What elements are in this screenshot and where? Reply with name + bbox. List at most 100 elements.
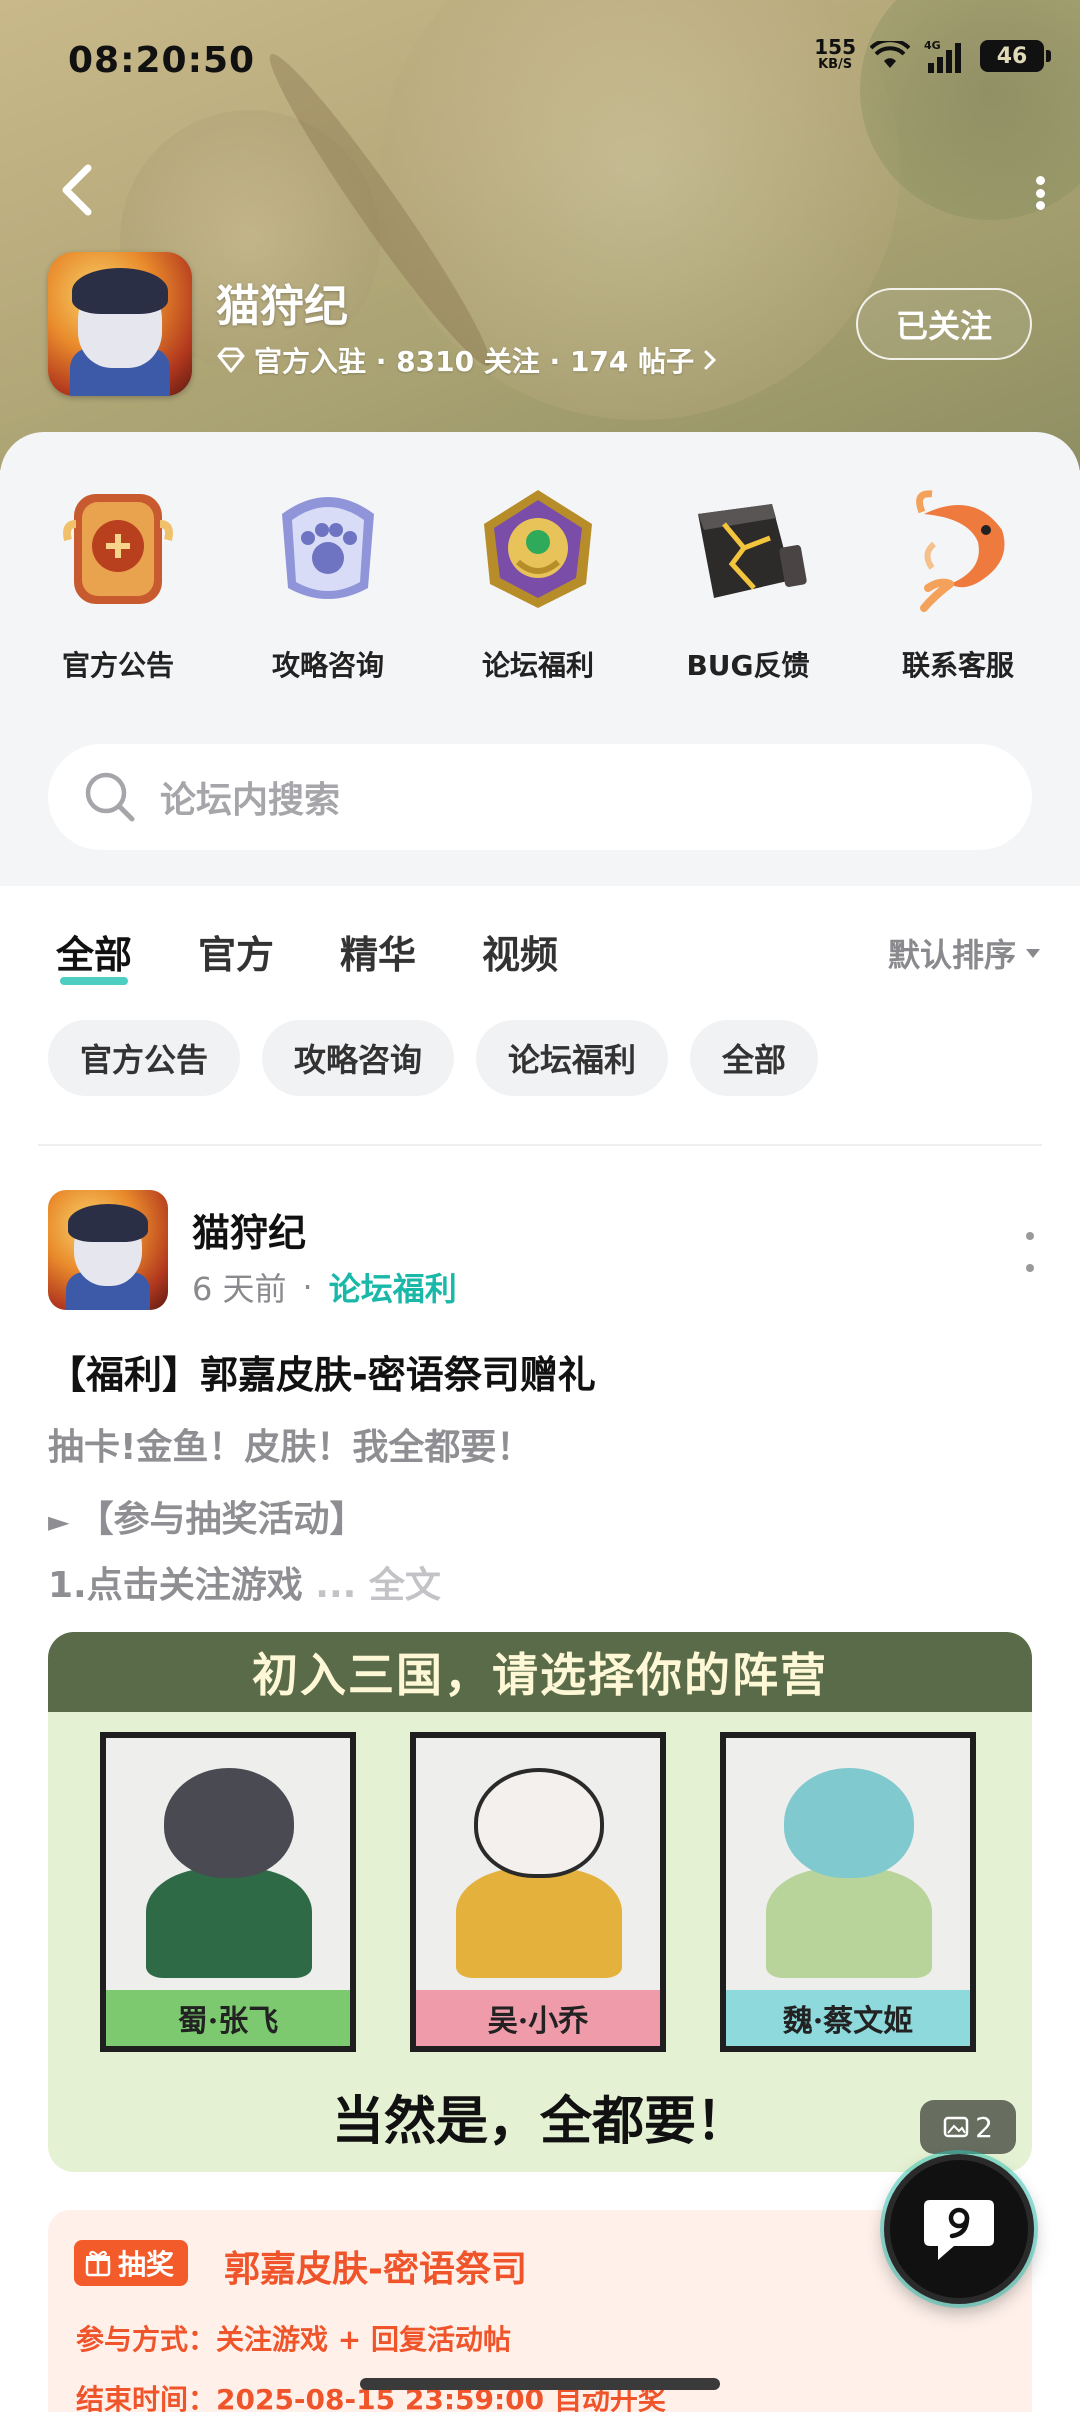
chevron-right-icon	[704, 350, 717, 370]
forum-search-input[interactable]: 论坛内搜索	[48, 744, 1032, 850]
more-dot	[1035, 176, 1045, 185]
faction-card-art	[726, 1738, 970, 1990]
status-time: 08:20:50	[68, 40, 256, 81]
post-excerpt-text: 1.点击关注游戏	[48, 1565, 303, 1606]
network-speed-unit: KB/S	[818, 57, 853, 72]
quick-link-benefits[interactable]: 论坛福利	[448, 484, 628, 684]
caret-down-icon	[1026, 948, 1040, 958]
status-bar: 08:20:50 155 KB/S 4G 46	[0, 34, 1080, 94]
lottery-join-method: 参与方式：关注游戏 + 回复活动帖	[76, 2323, 511, 2356]
network-speed: 155 KB/S	[814, 37, 856, 74]
more-dot	[1026, 1264, 1034, 1272]
tab-all[interactable]: 全部	[56, 924, 132, 985]
lottery-title: 郭嘉皮肤-密语祭司	[224, 2249, 527, 2290]
avatar-hair	[68, 1204, 148, 1242]
post-author[interactable]: 猫狩纪	[192, 1202, 306, 1257]
game-meta[interactable]: 官方入驻 · 8310 关注 · 174 帖子	[216, 340, 718, 380]
character-body	[146, 1868, 312, 1978]
home-indicator[interactable]	[360, 2378, 720, 2390]
post-excerpt-text: 【参与抽奖活动】	[77, 1499, 366, 1540]
character-head	[784, 1768, 914, 1878]
faction-card-art	[106, 1738, 350, 1990]
faction-card: 蜀·张飞	[100, 1732, 356, 2052]
character-head	[164, 1768, 294, 1878]
read-full-link[interactable]: ... 全文	[303, 1565, 441, 1606]
post-image-headline: 初入三国，请选择你的阵营	[48, 1632, 1032, 1712]
quick-link-customer-service[interactable]: 联系客服	[868, 484, 1048, 684]
lottery-badge-label: 抽奖	[118, 2248, 175, 2281]
avatar[interactable]	[48, 1190, 168, 1310]
quick-links: 官方公告 攻略咨询 论坛福利 BUG反馈 联系客服	[0, 484, 1080, 704]
more-dot	[1035, 201, 1045, 210]
battery-icon: 46	[980, 40, 1051, 72]
category-chips: 官方公告 攻略咨询 论坛福利 全部	[48, 1020, 819, 1096]
chip-guides[interactable]: 攻略咨询	[262, 1020, 455, 1096]
wifi-icon	[870, 41, 910, 71]
post-excerpt-line: 抽卡!金鱼！皮肤！我全都要！	[48, 1427, 533, 1468]
post-image[interactable]: 初入三国，请选择你的阵营 蜀·张飞 吴·小乔 魏·蔡文姬 当然是，全都要！ 2	[48, 1632, 1032, 2172]
meta-separator: ·	[302, 1268, 313, 1306]
battery-level: 46	[996, 43, 1028, 69]
diamond-icon	[217, 347, 245, 373]
lottery-badge: 抽奖	[74, 2240, 189, 2286]
header-banner: 08:20:50 155 KB/S 4G 46 猫狩纪 官方入驻 · 8310 …	[0, 0, 1080, 470]
follow-button[interactable]: 已关注	[856, 288, 1032, 360]
chip-all[interactable]: 全部	[690, 1020, 819, 1096]
faction-card: 魏·蔡文姬	[720, 1732, 976, 2052]
feed-tabs: 全部 官方 精华 视频	[56, 924, 558, 985]
more-dot	[1035, 188, 1045, 198]
quick-link-announcements[interactable]: 官方公告	[28, 484, 208, 684]
image-count: 2	[975, 2110, 993, 2144]
paw-badge-icon	[264, 484, 392, 612]
koi-fish-icon	[894, 484, 1022, 612]
chat-bubble-icon	[924, 2200, 994, 2260]
chevron-left-icon	[62, 164, 92, 216]
game-icon[interactable]	[48, 252, 192, 396]
search-placeholder: 论坛内搜索	[160, 780, 341, 821]
post-time: 6 天前	[192, 1270, 287, 1308]
arrow-right-icon: ►	[48, 1505, 70, 1538]
post-image-footer: 当然是，全都要！	[331, 2092, 748, 2152]
post-title[interactable]: 【福利】郭嘉皮肤-密语祭司赠礼	[48, 1344, 596, 1399]
quick-link-label: 官方公告	[61, 649, 174, 682]
game-meta-text: 官方入驻 · 8310 关注 · 174 帖子	[254, 345, 695, 378]
quick-link-label: 联系客服	[901, 649, 1014, 682]
image-count-badge: 2	[920, 2100, 1016, 2154]
back-button[interactable]	[52, 160, 102, 220]
more-options-button[interactable]	[1020, 170, 1060, 216]
bulletin-badge-icon	[54, 484, 182, 612]
quick-link-bug-report[interactable]: BUG反馈	[658, 484, 838, 684]
cracked-stone-icon	[684, 484, 812, 612]
sort-dropdown[interactable]: 默认排序	[888, 930, 1040, 976]
gift-icon	[85, 2250, 111, 2277]
post-category-link[interactable]: 论坛福利	[329, 1264, 457, 1310]
status-icons: 155 KB/S 4G 46	[814, 37, 1051, 74]
quick-link-label: 攻略咨询	[271, 649, 384, 682]
tab-video[interactable]: 视频	[482, 924, 558, 979]
quick-link-label: BUG反馈	[686, 649, 810, 682]
gem-medallion-icon	[474, 484, 602, 612]
post-excerpt-line: ► 【参与抽奖活动】	[48, 1490, 366, 1542]
sort-label: 默认排序	[887, 936, 1016, 974]
post-meta: 6 天前 · 论坛福利	[192, 1264, 457, 1310]
quick-link-label: 论坛福利	[481, 649, 594, 682]
search-icon	[85, 772, 135, 822]
faction-card: 吴·小乔	[410, 1732, 666, 2052]
character-body	[456, 1868, 622, 1978]
chip-announcements[interactable]: 官方公告	[48, 1020, 241, 1096]
svg-text:4G: 4G	[924, 39, 941, 52]
faction-card-label: 魏·蔡文姬	[726, 1990, 970, 2046]
post-more-button[interactable]	[1018, 1232, 1042, 1272]
divider	[38, 1144, 1042, 1146]
game-icon-hair	[72, 268, 168, 314]
character-body	[766, 1868, 932, 1978]
faction-card-label: 蜀·张飞	[106, 1990, 350, 2046]
quick-link-guides[interactable]: 攻略咨询	[238, 484, 418, 684]
chat-floating-button[interactable]	[884, 2154, 1034, 2304]
game-title[interactable]: 猫狩纪	[216, 270, 348, 334]
tab-official[interactable]: 官方	[198, 924, 274, 979]
tab-featured[interactable]: 精华	[340, 924, 416, 979]
faction-card-art	[416, 1738, 660, 1990]
chip-benefits[interactable]: 论坛福利	[476, 1020, 669, 1096]
faction-card-label: 吴·小乔	[416, 1990, 660, 2046]
